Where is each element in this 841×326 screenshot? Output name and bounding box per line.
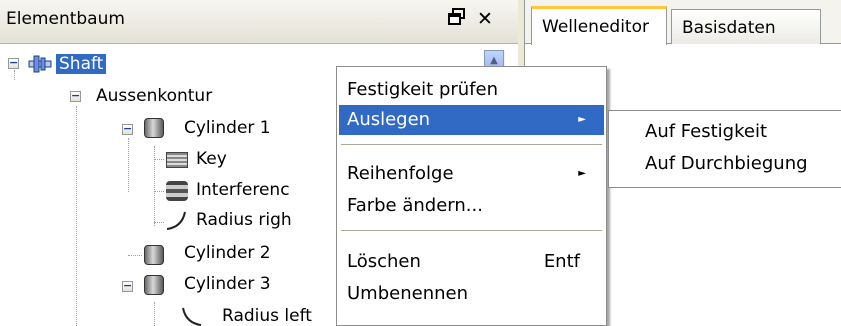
tree-node-cylinder-2[interactable]: Cylinder 2: [184, 243, 271, 263]
tree-node-aussenkontur[interactable]: Aussenkontur: [96, 86, 212, 106]
tab-label: Welleneditor: [542, 17, 649, 37]
submenu-arrow-icon: ►: [578, 114, 586, 125]
menu-item-farbe-aendern[interactable]: Farbe ändern...: [339, 191, 604, 221]
panel-title: Elementbaum: [6, 9, 125, 29]
tree-node-shaft[interactable]: Shaft: [56, 54, 107, 74]
menu-separator: [341, 230, 602, 231]
tree-node-cylinder-3[interactable]: Cylinder 3: [184, 274, 271, 294]
pin-icon[interactable]: [446, 8, 468, 30]
cylinder-icon: [144, 275, 164, 295]
close-icon[interactable]: ✕: [474, 8, 496, 30]
panel-header: Elementbaum ✕: [0, 0, 518, 44]
submenu-arrow-icon: ►: [578, 168, 586, 179]
key-icon: [166, 152, 188, 168]
menu-item-festigkeit-pruefen[interactable]: Festigkeit prüfen: [339, 75, 604, 105]
context-menu: Festigkeit prüfen Auslegen ► Reihenfolge…: [336, 66, 607, 326]
submenu-item-auf-festigkeit[interactable]: Auf Festigkeit: [645, 121, 767, 142]
cylinder-icon: [144, 118, 164, 138]
tree-node-key[interactable]: Key: [196, 149, 227, 169]
menu-item-reihenfolge[interactable]: Reihenfolge ►: [339, 159, 604, 189]
submenu-item-auf-durchbiegung[interactable]: Auf Durchbiegung: [645, 153, 808, 174]
menu-item-auslegen[interactable]: Auslegen ►: [339, 105, 604, 135]
expander-aussenkontur[interactable]: −: [70, 90, 81, 102]
radius-icon: [166, 211, 186, 230]
auslegen-submenu: Auf Festigkeit Auf Durchbiegung: [608, 110, 841, 188]
tree-node-radius-right[interactable]: Radius righ: [196, 210, 292, 230]
menu-separator: [341, 144, 602, 145]
menu-item-umbenennen[interactable]: Umbenennen: [339, 279, 604, 309]
tree-node-radius-left[interactable]: Radius left: [222, 306, 312, 326]
menu-item-loeschen[interactable]: Löschen Entf: [339, 247, 604, 277]
tab-strip: Welleneditor Basisdaten: [525, 0, 841, 45]
tree-node-interference[interactable]: Interferenc: [196, 180, 290, 200]
expander-shaft[interactable]: −: [8, 57, 19, 69]
expander-cylinder-1[interactable]: −: [122, 123, 133, 135]
tab-welleneditor[interactable]: Welleneditor: [531, 6, 667, 45]
tab-label: Basisdaten: [682, 18, 776, 38]
shortcut-label: Entf: [543, 251, 580, 272]
expander-cylinder-3[interactable]: −: [122, 280, 133, 292]
tab-basisdaten[interactable]: Basisdaten: [671, 9, 821, 44]
cylinder-icon: [144, 245, 164, 265]
tree-node-cylinder-1[interactable]: Cylinder 1: [184, 118, 271, 138]
radius-icon: [182, 307, 202, 326]
shaft-icon: [28, 55, 52, 73]
interference-fit-icon: [166, 181, 188, 201]
